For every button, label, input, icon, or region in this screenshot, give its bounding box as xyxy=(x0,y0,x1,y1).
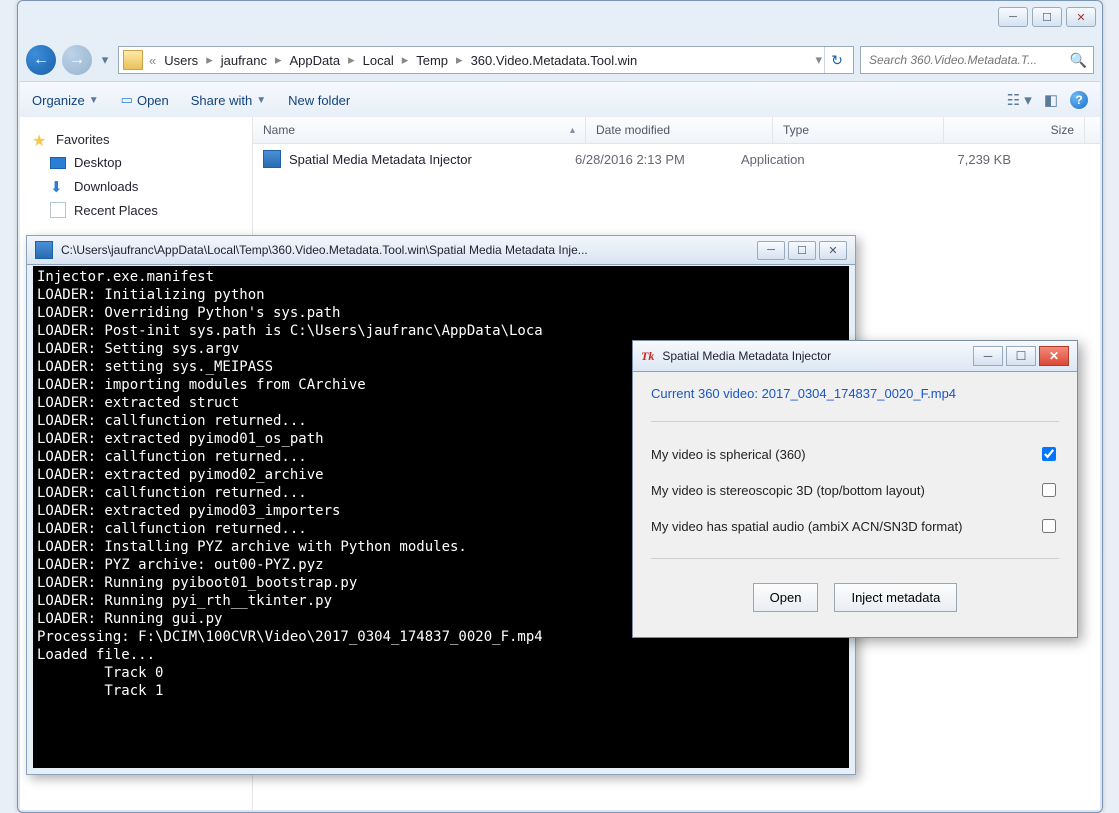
sidebar-label: Favorites xyxy=(56,132,109,147)
open-button[interactable]: ▭Open xyxy=(121,92,169,108)
file-type-cell: Application xyxy=(741,152,891,167)
sidebar-desktop[interactable]: Desktop xyxy=(20,151,252,174)
breadcrumb-item[interactable]: Temp xyxy=(410,53,454,68)
star-icon: ★ xyxy=(32,131,48,147)
option-stereo-row: My video is stereoscopic 3D (top/bottom … xyxy=(651,472,1059,508)
sidebar-label: Downloads xyxy=(74,179,138,194)
column-header-name[interactable]: Name ▴ xyxy=(253,117,586,143)
breadcrumb-item[interactable]: Local xyxy=(357,53,400,68)
file-date-cell: 6/28/2016 2:13 PM xyxy=(575,152,741,167)
chevron-down-icon: ▼ xyxy=(89,95,99,106)
share-menu[interactable]: Share with▼ xyxy=(191,93,266,108)
column-header-date[interactable]: Date modified xyxy=(586,117,773,143)
current-video-label: Current 360 video: 2017_0304_174837_0020… xyxy=(651,386,1059,401)
nav-back-button[interactable]: ← xyxy=(26,45,56,75)
sidebar-label: Recent Places xyxy=(74,203,158,218)
application-icon xyxy=(263,150,281,168)
divider xyxy=(651,558,1059,559)
close-button[interactable]: ✕ xyxy=(819,241,847,260)
sidebar-downloads[interactable]: ⬇ Downloads xyxy=(20,174,252,198)
breadcrumb-item[interactable]: jaufranc xyxy=(215,53,273,68)
option-audio-label: My video has spatial audio (ambiX ACN/SN… xyxy=(651,519,962,534)
explorer-toolbar: Organize▼ ▭Open Share with▼ New folder ☷… xyxy=(20,81,1100,119)
breadcrumb-prefix: « xyxy=(147,53,158,68)
column-header-size[interactable]: Size xyxy=(944,117,1085,143)
maximize-button[interactable]: ☐ xyxy=(1006,346,1036,366)
close-button[interactable]: ✕ xyxy=(1066,7,1096,27)
organize-menu[interactable]: Organize▼ xyxy=(32,93,99,108)
option-audio-checkbox[interactable] xyxy=(1042,519,1056,533)
sidebar-label: Desktop xyxy=(74,155,122,170)
toolbar-right: ☷ ▾ ◧ ? xyxy=(1007,91,1088,109)
console-titlebar[interactable]: C:\Users\jaufranc\AppData\Local\Temp\360… xyxy=(27,236,855,265)
chevron-right-icon: ▸ xyxy=(400,52,411,68)
sidebar-favorites[interactable]: ★ Favorites xyxy=(20,127,252,151)
file-row[interactable]: Spatial Media Metadata Injector 6/28/201… xyxy=(253,144,1100,174)
divider xyxy=(651,421,1059,422)
chevron-right-icon: ▸ xyxy=(204,52,215,68)
option-spherical-checkbox[interactable] xyxy=(1042,447,1056,461)
breadcrumb-dropdown-icon[interactable]: ▾ xyxy=(813,52,824,68)
inject-metadata-button[interactable]: Inject metadata xyxy=(834,583,957,612)
injector-dialog: Tk Spatial Media Metadata Injector ─ ☐ ✕… xyxy=(632,340,1078,638)
column-header-type[interactable]: Type xyxy=(773,117,944,143)
folder-icon xyxy=(123,50,143,70)
chevron-right-icon: ▸ xyxy=(273,52,284,68)
explorer-window-controls: ─ ☐ ✕ xyxy=(998,7,1096,27)
console-title-text: C:\Users\jaufranc\AppData\Local\Temp\360… xyxy=(61,243,749,257)
injector-titlebar[interactable]: Tk Spatial Media Metadata Injector ─ ☐ ✕ xyxy=(633,341,1077,372)
desktop-icon xyxy=(50,157,66,169)
injector-title-text: Spatial Media Metadata Injector xyxy=(662,349,965,363)
nav-row: ← → ▾ « Users▸ jaufranc▸ AppData▸ Local▸… xyxy=(26,43,1094,77)
sidebar-recent-places[interactable]: Recent Places xyxy=(20,198,252,222)
file-size-cell: 7,239 KB xyxy=(891,152,1011,167)
chevron-right-icon: ▸ xyxy=(454,52,465,68)
help-button[interactable]: ? xyxy=(1070,91,1088,109)
application-icon xyxy=(35,241,53,259)
injector-actions: Open Inject metadata xyxy=(651,583,1059,612)
search-input[interactable] xyxy=(867,52,1070,68)
file-list-header: Name ▴ Date modified Type Size xyxy=(253,117,1100,144)
refresh-button[interactable]: ↻ xyxy=(824,47,849,73)
option-stereo-label: My video is stereoscopic 3D (top/bottom … xyxy=(651,483,925,498)
search-icon[interactable]: 🔍 xyxy=(1070,52,1087,69)
chevron-right-icon: ▸ xyxy=(346,52,357,68)
preview-pane-button[interactable]: ◧ xyxy=(1044,91,1058,109)
minimize-button[interactable]: ─ xyxy=(757,241,785,260)
tk-icon: Tk xyxy=(641,349,654,364)
recent-places-icon xyxy=(50,202,66,218)
breadcrumb[interactable]: « Users▸ jaufranc▸ AppData▸ Local▸ Temp▸… xyxy=(118,46,854,74)
minimize-button[interactable]: ─ xyxy=(998,7,1028,27)
nav-history-dropdown[interactable]: ▾ xyxy=(98,52,112,68)
search-box[interactable]: 🔍 xyxy=(860,46,1094,74)
maximize-button[interactable]: ☐ xyxy=(788,241,816,260)
option-stereo-checkbox[interactable] xyxy=(1042,483,1056,497)
breadcrumb-item[interactable]: Users xyxy=(158,53,204,68)
option-spherical-row: My video is spherical (360) xyxy=(651,436,1059,472)
file-name-cell: Spatial Media Metadata Injector xyxy=(263,150,575,168)
option-audio-row: My video has spatial audio (ambiX ACN/SN… xyxy=(651,508,1059,544)
sort-ascending-icon: ▴ xyxy=(570,125,575,136)
maximize-button[interactable]: ☐ xyxy=(1032,7,1062,27)
view-options-button[interactable]: ☷ ▾ xyxy=(1007,91,1032,109)
option-spherical-label: My video is spherical (360) xyxy=(651,447,806,462)
injector-body: Current 360 video: 2017_0304_174837_0020… xyxy=(633,372,1077,626)
minimize-button[interactable]: ─ xyxy=(973,346,1003,366)
close-button[interactable]: ✕ xyxy=(1039,346,1069,366)
downloads-icon: ⬇ xyxy=(50,178,66,194)
breadcrumb-item[interactable]: AppData xyxy=(284,53,347,68)
new-folder-button[interactable]: New folder xyxy=(288,93,350,108)
open-button[interactable]: Open xyxy=(753,583,819,612)
breadcrumb-item[interactable]: 360.Video.Metadata.Tool.win xyxy=(465,53,644,68)
chevron-down-icon: ▼ xyxy=(256,95,266,106)
nav-forward-button[interactable]: → xyxy=(62,45,92,75)
